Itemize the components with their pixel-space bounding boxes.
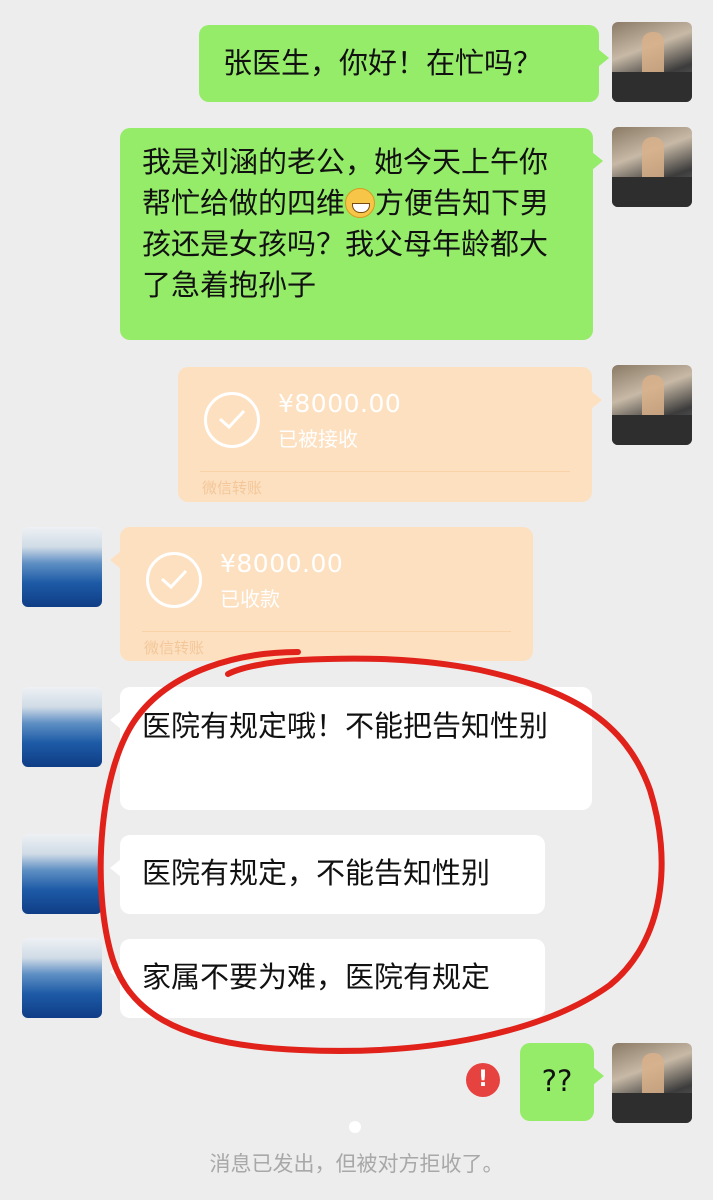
transfer-divider	[200, 471, 570, 472]
contact-avatar[interactable]	[22, 938, 102, 1018]
transfer-brand-label: 微信转账	[144, 639, 205, 657]
message-text: 医院有规定，不能告知性别	[142, 856, 491, 890]
grinning-emoji-icon	[345, 188, 376, 218]
transfer-brand-label: 微信转账	[202, 479, 263, 497]
received-message-bubble[interactable]: 医院有规定，不能告知性别	[110, 835, 545, 914]
my-avatar[interactable]	[612, 127, 692, 207]
my-avatar[interactable]	[612, 1043, 692, 1123]
sent-message-bubble[interactable]: 我是刘涵的老公，她今天上午你帮忙给做的四维 方便告知下男孩还是女孩吗？我父母年龄都…	[120, 128, 603, 340]
received-message-bubble[interactable]: 医院有规定哦！不能把告知性别	[110, 687, 592, 810]
exclamation-icon[interactable]: !	[466, 1063, 500, 1097]
check-circle-icon	[146, 552, 202, 608]
transfer-card-sent[interactable]: ¥8000.00 已被接收 微信转账	[178, 367, 602, 502]
page-indicator-dot	[349, 1121, 361, 1133]
message-text: 家属不要为难，医院有规定	[142, 960, 491, 994]
message-text: 张医生，你好！在忙吗？	[223, 46, 543, 80]
received-message-bubble[interactable]: 家属不要为难，医院有规定	[110, 939, 545, 1018]
sent-message-bubble[interactable]: 张医生，你好！在忙吗？	[199, 25, 609, 102]
contact-avatar[interactable]	[22, 527, 102, 607]
sent-message-bubble[interactable]: ??	[520, 1043, 604, 1121]
transfer-divider	[142, 631, 511, 632]
message-text: ??	[541, 1064, 573, 1098]
message-text: 医院有规定哦！不能把告知性别	[142, 709, 549, 743]
transfer-amount: ¥8000.00	[220, 549, 344, 578]
system-notice: 消息已发出，但被对方拒收了。	[209, 1152, 504, 1176]
check-circle-icon	[204, 392, 260, 448]
transfer-amount: ¥8000.00	[278, 389, 402, 418]
my-avatar[interactable]	[612, 365, 692, 445]
my-avatar[interactable]	[612, 22, 692, 102]
transfer-status: 已被接收	[278, 427, 358, 451]
contact-avatar[interactable]	[22, 834, 102, 914]
transfer-status: 已收款	[220, 587, 280, 611]
transfer-card-received[interactable]: ¥8000.00 已收款 微信转账	[110, 527, 533, 661]
contact-avatar[interactable]	[22, 687, 102, 767]
chat-screen: { "messages": { "m1": {"text": "张医生，你好！在…	[0, 0, 713, 1200]
